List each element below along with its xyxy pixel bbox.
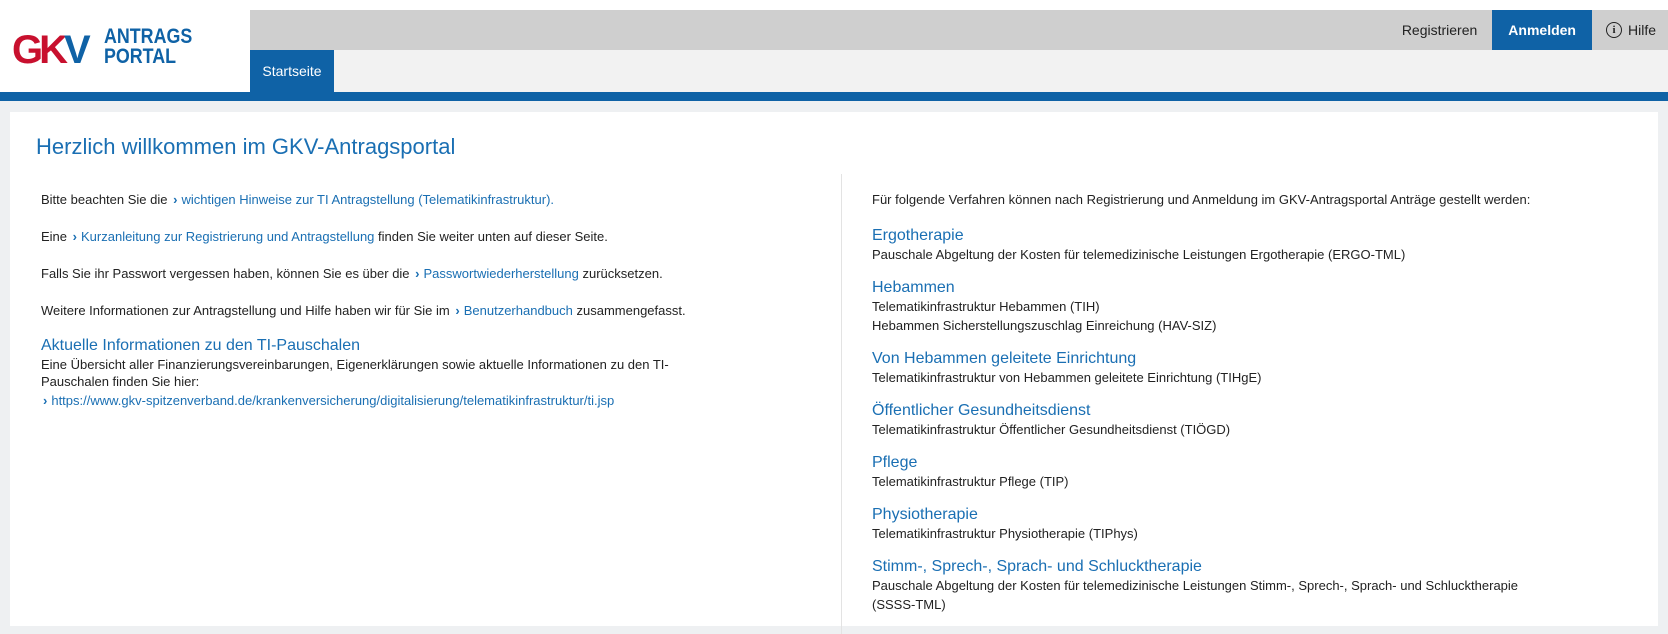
ti-section-text-2: Pauschalen finden Sie hier:: [41, 374, 200, 389]
procedure-item: Von Hebammen geleitete Einrichtung Telem…: [872, 349, 1642, 387]
notice-manual: Weitere Informationen zur Antragstellung…: [41, 303, 686, 318]
header-divider: [0, 92, 1668, 101]
guide-link[interactable]: Kurzanleitung zur Registrierung und Antr…: [81, 229, 374, 244]
procedure-item: Stimm-, Sprech-, Sprach- und Schluckther…: [872, 557, 1642, 614]
procedure-line: Pauschale Abgeltung der Kosten für telem…: [872, 578, 1519, 593]
ti-section-url-row: › https://www.gkv-spitzenverband.de/krank…: [41, 392, 761, 409]
procedure-heading[interactable]: Physiotherapie: [872, 505, 1642, 524]
right-column: Für folgende Verfahren können nach Regis…: [872, 192, 1642, 628]
procedure-item: Physiotherapie Telematikinfrastruktur Ph…: [872, 505, 1642, 543]
procedure-heading[interactable]: Pflege: [872, 453, 1642, 472]
page-title: Herzlich willkommen im GKV-Antragsportal: [36, 134, 456, 159]
password-recovery-link[interactable]: Passwortwiederherstellung: [424, 266, 579, 281]
user-manual-link[interactable]: Benutzerhandbuch: [464, 303, 573, 318]
register-link[interactable]: Registrieren: [1387, 10, 1492, 50]
procedure-line: Telematikinfrastruktur Physiotherapie (T…: [872, 526, 1138, 541]
main-content: Herzlich willkommen im GKV-Antragsportal…: [10, 112, 1658, 634]
notice-ti: Bitte beachten Sie die › wichtigen Hinwei…: [41, 192, 555, 207]
procedure-line: Hebammen Sicherstellungszuschlag Einreic…: [872, 318, 1217, 333]
nav-bar: [250, 50, 1668, 92]
help-link[interactable]: i Hilfe: [1592, 10, 1668, 50]
procedures-intro: Für folgende Verfahren können nach Regis…: [872, 192, 1531, 207]
user-nav: Registrieren Anmelden i Hilfe: [1387, 10, 1668, 50]
logo-mark: GKV: [12, 28, 91, 72]
gkv-antragsportal-logo[interactable]: GKV ANTRAGS PORTAL: [12, 26, 192, 72]
help-label: Hilfe: [1627, 22, 1656, 38]
procedure-item: Ergotherapie Pauschale Abgeltung der Kos…: [872, 226, 1642, 264]
procedure-item: Pflege Telematikinfrastruktur Pflege (TI…: [872, 453, 1642, 491]
procedure-heading[interactable]: Ergotherapie: [872, 226, 1642, 245]
notice-password: Falls Sie ihr Passwort vergessen haben, …: [41, 266, 663, 281]
chevron-right-icon: ›: [455, 303, 460, 318]
procedure-heading[interactable]: Hebammen: [872, 278, 1642, 297]
ti-notes-link[interactable]: wichtigen Hinweise zur TI Antragstellung…: [181, 192, 554, 207]
logo-text-line2: PORTAL: [104, 45, 177, 68]
procedure-item: Hebammen Telematikinfrastruktur Hebammen…: [872, 278, 1642, 335]
login-button[interactable]: Anmelden: [1492, 10, 1592, 50]
ti-section-text-1: Eine Übersicht aller Finanzierungsverein…: [41, 357, 669, 372]
column-divider: [841, 174, 842, 634]
tab-startseite[interactable]: Startseite: [250, 50, 334, 92]
ti-section-heading: Aktuelle Informationen zu den TI-Pauscha…: [41, 337, 361, 354]
procedure-line: Telematikinfrastruktur von Hebammen gele…: [872, 370, 1262, 385]
chevron-right-icon: ›: [415, 266, 420, 281]
chevron-right-icon: ›: [72, 229, 77, 244]
gkv-url-link[interactable]: https://www.gkv-spitzenverband.de/kranke…: [51, 393, 614, 408]
header: GKV ANTRAGS PORTAL Startseite Registrier…: [0, 0, 1668, 94]
procedure-heading[interactable]: Öffentlicher Gesundheitsdienst: [872, 401, 1642, 420]
procedure-line: (SSSS-TML): [872, 597, 946, 612]
chevron-right-icon: ›: [43, 393, 48, 408]
procedure-heading[interactable]: Stimm-, Sprech-, Sprach- und Schluckther…: [872, 557, 1642, 576]
left-column: Bitte beachten Sie die › wichtigen Hinwei…: [41, 192, 761, 409]
info-icon: i: [1605, 22, 1622, 38]
procedure-heading[interactable]: Von Hebammen geleitete Einrichtung: [872, 349, 1642, 368]
procedure-item: Öffentlicher Gesundheitsdienst Telematik…: [872, 401, 1642, 439]
procedure-line: Pauschale Abgeltung der Kosten für telem…: [872, 247, 1406, 262]
procedure-line: Telematikinfrastruktur Pflege (TIP): [872, 474, 1069, 489]
procedure-line: Telematikinfrastruktur Öffentlicher Gesu…: [872, 422, 1231, 437]
notice-guide: Eine › Kurzanleitung zur Registrierung un…: [41, 229, 608, 244]
procedure-line: Telematikinfrastruktur Hebammen (TIH): [872, 299, 1100, 314]
chevron-right-icon: ›: [173, 192, 178, 207]
